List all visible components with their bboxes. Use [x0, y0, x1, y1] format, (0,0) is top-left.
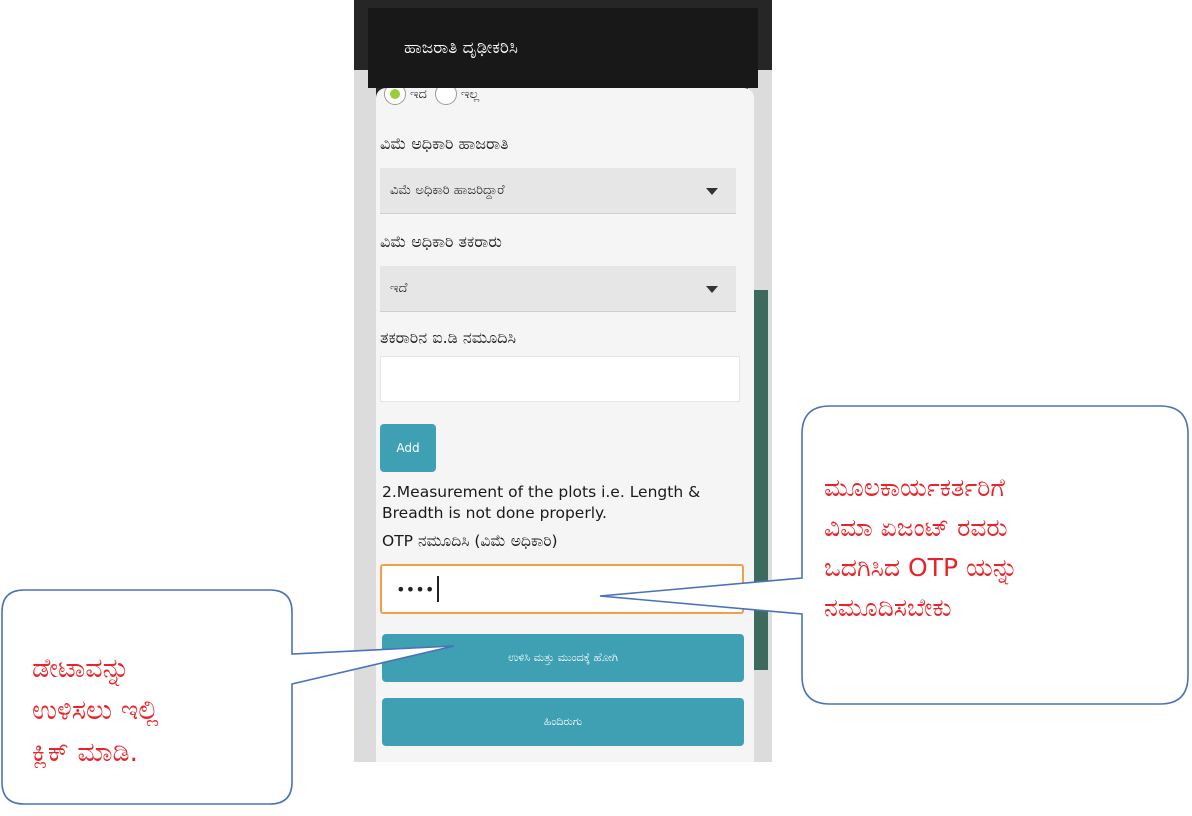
- phone-screenshot: ಹಾಜರಾತಿ ದೃಢೀಕರಿಸಿ ಇದ ಇಲ್ಲ ವಿಮೆ ಅಧಿಕಾರಿ ಹ…: [354, 0, 772, 762]
- callout-right-line: ನಮೂದಿಸಬೇಕು: [824, 593, 952, 622]
- attendance-select-value: ವಿಮೆ ಅಧಿಕಾರಿ ಹಾಜರಿದ್ದಾರೆ: [390, 183, 505, 198]
- chevron-down-icon: [706, 188, 718, 195]
- callout-left-line: ಉಳಿಸಲು ಇಲ್ಲಿ: [32, 695, 159, 726]
- attendance-label: ವಿಮೆ ಅಧಿಕಾರಿ ಹಾಜರಾತಿ: [380, 134, 509, 153]
- otp-label: OTP ನಮೂದಿಸಿ (ವಿಮೆ ಅಧಿಕಾರಿ): [382, 532, 558, 550]
- background-app-accent: [754, 290, 768, 670]
- complaint-select-value: ಇದೆ: [390, 281, 408, 296]
- dialog-title: ಹಾಜರಾತಿ ದೃಢೀಕರಿಸಿ: [404, 38, 518, 58]
- text-cursor: [436, 576, 439, 602]
- callout-left-text: ಡೇಟಾವನ್ನು ಉಳಿಸಲು ಇಲ್ಲಿ ಕ್ಲಿಕ್ ಮಾಡಿ.: [32, 648, 159, 774]
- dialog-header: ಹಾಜರಾತಿ ದೃಢೀಕರಿಸಿ: [368, 8, 758, 88]
- dialog-body: ಇದ ಇಲ್ಲ ವಿಮೆ ಅಧಿಕಾರಿ ಹಾಜರಾತಿ ವಿಮೆ ಅಧಿಕಾರ…: [376, 88, 754, 762]
- back-button[interactable]: ಹಿಂದಿರುಗು: [382, 698, 744, 746]
- add-button[interactable]: Add: [380, 424, 436, 472]
- save-continue-button[interactable]: ಉಳಿಸಿ ಮತ್ತು ಮುಂದಕ್ಕೆ ಹೋಗಿ: [382, 634, 744, 682]
- radio-no[interactable]: [434, 88, 457, 105]
- radio-yes-label: ಇದ: [410, 88, 427, 102]
- callout-left-line: ಕ್ಲಿಕ್ ಮಾಡಿ.: [32, 737, 139, 768]
- background-app-left: [354, 70, 376, 762]
- complaint-text: 2.Measurement of the plots i.e. Length &…: [382, 483, 701, 522]
- callout-right-text: ಮೂಲಕಾರ್ಯಕರ್ತರಿಗೆ ವಿಮಾ ಏಜಂಟ್ ರವರು ಒದಗಿಸಿದ…: [824, 468, 1018, 628]
- callout-left-line: ಡೇಟಾವನ್ನು: [32, 653, 130, 684]
- callout-right-line: ವಿಮಾ ಏಜಂಟ್ ರವರು: [824, 513, 1008, 542]
- attendance-select[interactable]: ವಿಮೆ ಅಧಿಕಾರಿ ಹಾಜರಿದ್ದಾರೆ: [380, 168, 736, 214]
- otp-input[interactable]: ••••: [380, 564, 744, 614]
- radio-no-label: ಇಲ್ಲ: [460, 88, 480, 102]
- radio-group: ಇದ ಇಲ್ಲ: [384, 88, 487, 108]
- otp-value: ••••: [396, 579, 435, 599]
- complaint-label: ವಿಮೆ ಅಧಿಕಾರಿ ತಕರಾರು: [380, 232, 502, 251]
- complaint-select[interactable]: ಇದೆ: [380, 266, 736, 312]
- radio-yes[interactable]: [384, 88, 406, 105]
- chevron-down-icon: [706, 286, 718, 293]
- callout-right-line: ಒದಗಿಸಿದ OTP ಯನ್ನು: [824, 553, 1018, 582]
- complaint-id-input[interactable]: [380, 356, 740, 402]
- callout-right-line: ಮೂಲಕಾರ್ಯಕರ್ತರಿಗೆ: [824, 473, 1005, 502]
- complaint-id-label: ತಕರಾರಿನ ಐ.ಡಿ ನಮೂದಿಸಿ: [380, 328, 516, 347]
